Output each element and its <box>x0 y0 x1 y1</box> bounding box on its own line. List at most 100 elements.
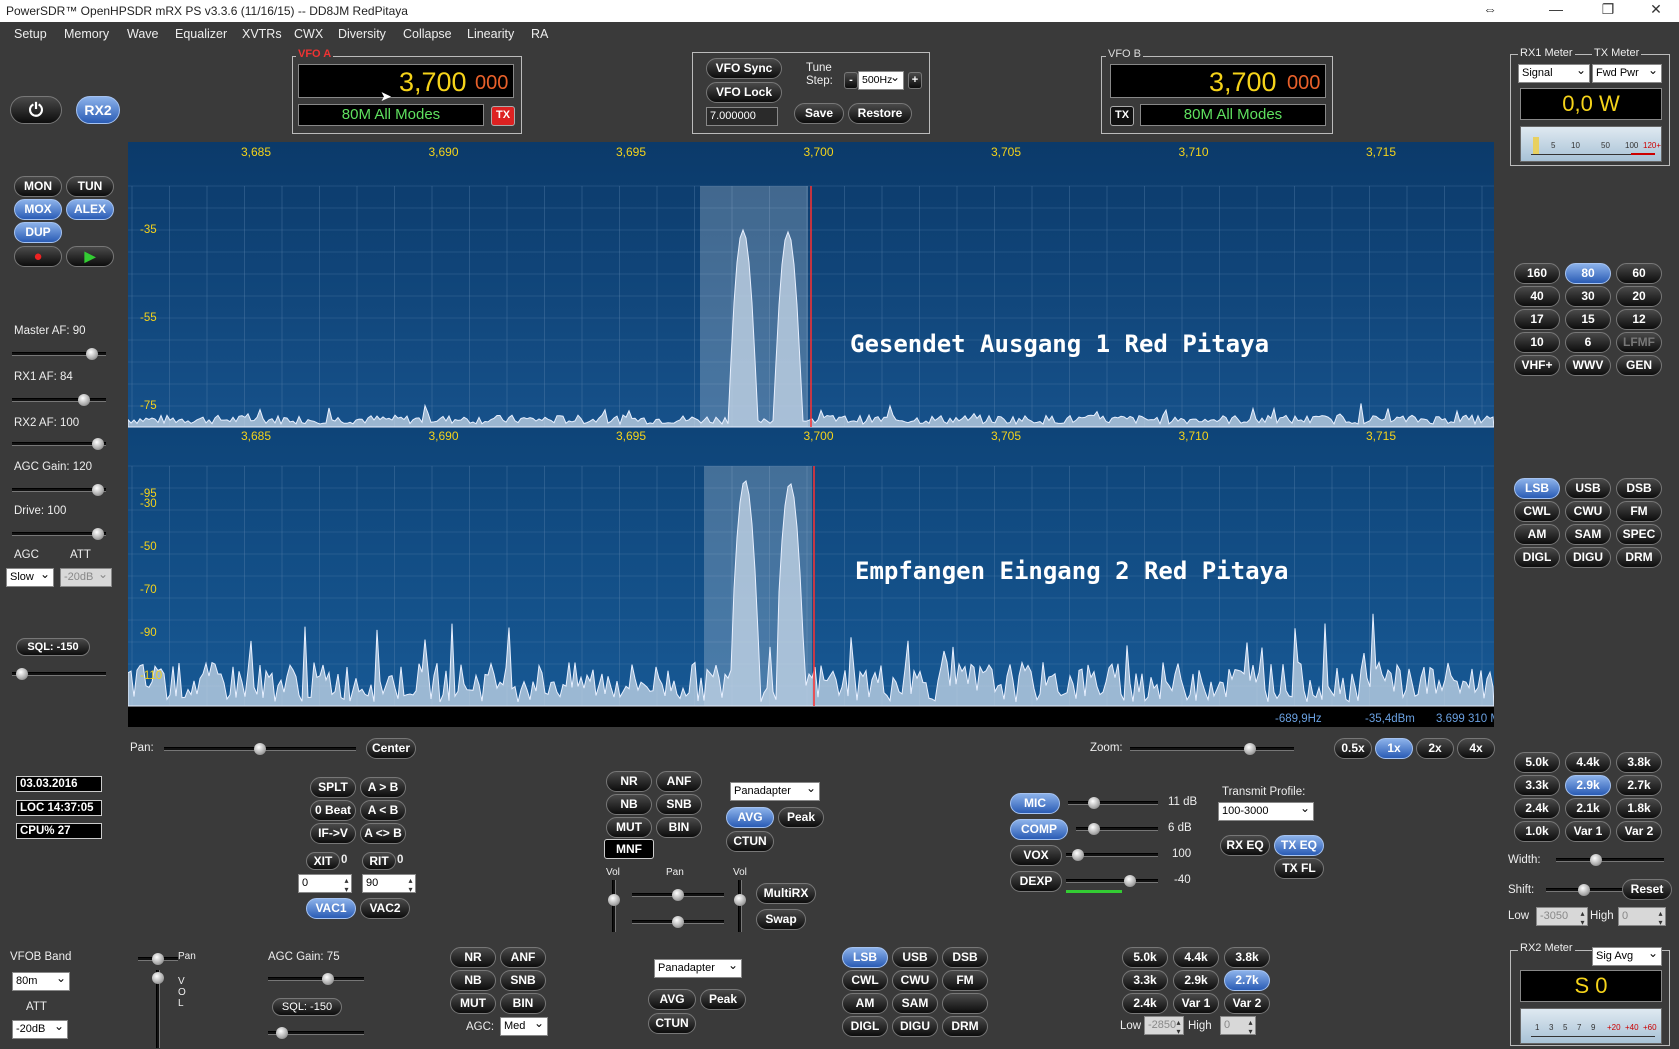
comp-button[interactable]: COMP <box>1010 819 1068 840</box>
menu-diversity[interactable]: Diversity <box>338 27 386 41</box>
record-button[interactable]: ● <box>14 246 62 267</box>
mode-fm-button[interactable]: FM <box>1616 501 1662 522</box>
mode-digl-button[interactable]: DIGL <box>1514 547 1560 568</box>
tune-step-select[interactable]: 500Hz <box>858 70 904 90</box>
rx2-pan-slider[interactable] <box>632 916 724 928</box>
filter-var-1-button[interactable]: Var 1 <box>1565 821 1611 842</box>
dexp-button[interactable]: DEXP <box>1010 871 1062 892</box>
rx2-mode-sam-button[interactable]: SAM <box>892 993 938 1014</box>
power-button[interactable]: ⏻ <box>10 96 62 124</box>
sql-button[interactable]: SQL: -150 <box>16 638 90 656</box>
vfo-b-tx-button[interactable]: TX <box>1110 106 1134 126</box>
rx1-af-slider[interactable] <box>12 394 106 406</box>
rx2-filter-3.8k-button[interactable]: 3.8k <box>1224 947 1270 968</box>
rx2-vol-slider[interactable] <box>734 880 746 932</box>
band-160-button[interactable]: 160 <box>1514 263 1560 284</box>
rx2-bin-button[interactable]: BIN <box>500 993 546 1014</box>
peak-button[interactable]: Peak <box>778 807 824 828</box>
band-wwv-button[interactable]: WWV <box>1565 355 1611 376</box>
band-60-button[interactable]: 60 <box>1616 263 1662 284</box>
vfo-sync-button[interactable]: VFO Sync <box>706 58 782 79</box>
rx2-pan-mini-slider[interactable] <box>138 953 178 965</box>
mut-button[interactable]: MUT <box>606 817 652 838</box>
avg-button[interactable]: AVG <box>726 807 774 828</box>
tx-meter-select[interactable]: Fwd Pwr <box>1592 63 1662 83</box>
rx2-agc-select[interactable]: Med <box>500 1016 548 1036</box>
mode-cwl-button[interactable]: CWL <box>1514 501 1560 522</box>
zero-beat-button[interactable]: 0 Beat <box>310 800 356 821</box>
tune-step-minus-button[interactable]: - <box>844 72 858 89</box>
rx2-avg-button[interactable]: AVG <box>648 989 696 1010</box>
band-10-button[interactable]: 10 <box>1514 332 1560 353</box>
close-icon[interactable]: ✕ <box>1636 1 1676 21</box>
save-button[interactable]: Save <box>794 103 844 124</box>
vfo-a-display[interactable]: 3,700 000 <box>298 64 514 98</box>
minimize-icon[interactable]: — <box>1536 1 1576 21</box>
menu-ra[interactable]: RA <box>531 27 548 41</box>
rx2-high-input[interactable]: 0 <box>1220 1016 1256 1036</box>
band-15-button[interactable]: 15 <box>1565 309 1611 330</box>
menu-linearity[interactable]: Linearity <box>467 27 514 41</box>
dexp-slider[interactable] <box>1066 875 1158 887</box>
mode-spec-button[interactable]: SPEC <box>1616 524 1662 545</box>
agc-select[interactable]: Slow <box>6 567 54 587</box>
band-12-button[interactable]: 12 <box>1616 309 1662 330</box>
band-40-button[interactable]: 40 <box>1514 286 1560 307</box>
rx1-vol-slider[interactable] <box>608 880 620 932</box>
vfo-b-display[interactable]: 3,700 000 <box>1110 64 1326 98</box>
xit-input[interactable]: 0 <box>298 874 352 894</box>
rx2-mode-blank-button[interactable] <box>942 993 988 1014</box>
rx2-mut-button[interactable]: MUT <box>450 993 496 1014</box>
rx-eq-button[interactable]: RX EQ <box>1220 835 1270 856</box>
rx2-agc-gain-slider[interactable] <box>268 973 364 985</box>
multirx-button[interactable]: MultiRX <box>756 883 816 904</box>
vfo-b-freq-sub[interactable]: 000 <box>1287 72 1320 95</box>
mic-button[interactable]: MIC <box>1010 793 1060 814</box>
filter-4.4k-button[interactable]: 4.4k <box>1565 752 1611 773</box>
rx2-filter-2.4k-button[interactable]: 2.4k <box>1122 993 1168 1014</box>
restore-button[interactable]: Restore <box>848 103 912 124</box>
rx2-meter-select[interactable]: Sig Avg <box>1592 946 1662 966</box>
filter-low-input[interactable]: -3050 <box>1536 907 1588 927</box>
rx2-vol-mini-slider[interactable] <box>152 970 164 1048</box>
rx2-mode-drm-button[interactable]: DRM <box>942 1016 988 1037</box>
a-to-b-button[interactable]: A > B <box>360 777 406 798</box>
anf-button[interactable]: ANF <box>656 771 702 792</box>
rx2-snb-button[interactable]: SNB <box>500 970 546 991</box>
tx-fl-button[interactable]: TX FL <box>1274 858 1324 879</box>
filter-high-input[interactable]: 0 <box>1618 907 1666 927</box>
filter-width-slider[interactable] <box>1556 854 1664 866</box>
menu-equalizer[interactable]: Equalizer <box>175 27 227 41</box>
rx2-nb-button[interactable]: NB <box>450 970 496 991</box>
rx2-mode-dsb-button[interactable]: DSB <box>942 947 988 968</box>
band-gen-button[interactable]: GEN <box>1616 355 1662 376</box>
panadapter-display[interactable]: 3,685 3,690 3,695 3,700 3,705 3,710 3,715 3,68… <box>128 142 1494 727</box>
band-6-button[interactable]: 6 <box>1565 332 1611 353</box>
vox-slider[interactable] <box>1066 849 1158 861</box>
band-vhf--button[interactable]: VHF+ <box>1514 355 1560 376</box>
menu-cwx[interactable]: CWX <box>294 27 323 41</box>
transmit-profile-select[interactable]: 100-3000 <box>1218 801 1314 821</box>
rx2-filter-2.7k-button[interactable]: 2.7k <box>1224 970 1270 991</box>
rx2-filter-4.4k-button[interactable]: 4.4k <box>1173 947 1219 968</box>
vfo-lock-button[interactable]: VFO Lock <box>706 82 782 103</box>
xit-button[interactable]: XIT <box>306 852 340 870</box>
filter-5.0k-button[interactable]: 5.0k <box>1514 752 1560 773</box>
rx2-att-select[interactable]: -20dB <box>12 1019 68 1039</box>
rx2-sql-button[interactable]: SQL: -150 <box>272 998 342 1016</box>
rx2-filter-3.3k-button[interactable]: 3.3k <box>1122 970 1168 991</box>
filter-var-2-button[interactable]: Var 2 <box>1616 821 1662 842</box>
vfo-a-tx-button[interactable]: TX <box>491 106 515 126</box>
mode-cwu-button[interactable]: CWU <box>1565 501 1611 522</box>
tune-step-plus-button[interactable]: + <box>908 72 922 89</box>
mode-lsb-button[interactable]: LSB <box>1514 478 1560 499</box>
tx-eq-button[interactable]: TX EQ <box>1274 835 1324 856</box>
rx2-mode-digu-button[interactable]: DIGU <box>892 1016 938 1037</box>
rx2-mode-digl-button[interactable]: DIGL <box>842 1016 888 1037</box>
filter-reset-button[interactable]: Reset <box>1622 879 1672 900</box>
rx2-filter-var-2-button[interactable]: Var 2 <box>1224 993 1270 1014</box>
band-80-button[interactable]: 80 <box>1565 263 1611 284</box>
rx2-filter-var-1-button[interactable]: Var 1 <box>1173 993 1219 1014</box>
b-to-a-button[interactable]: A < B <box>360 800 406 821</box>
filter-1.0k-button[interactable]: 1.0k <box>1514 821 1560 842</box>
